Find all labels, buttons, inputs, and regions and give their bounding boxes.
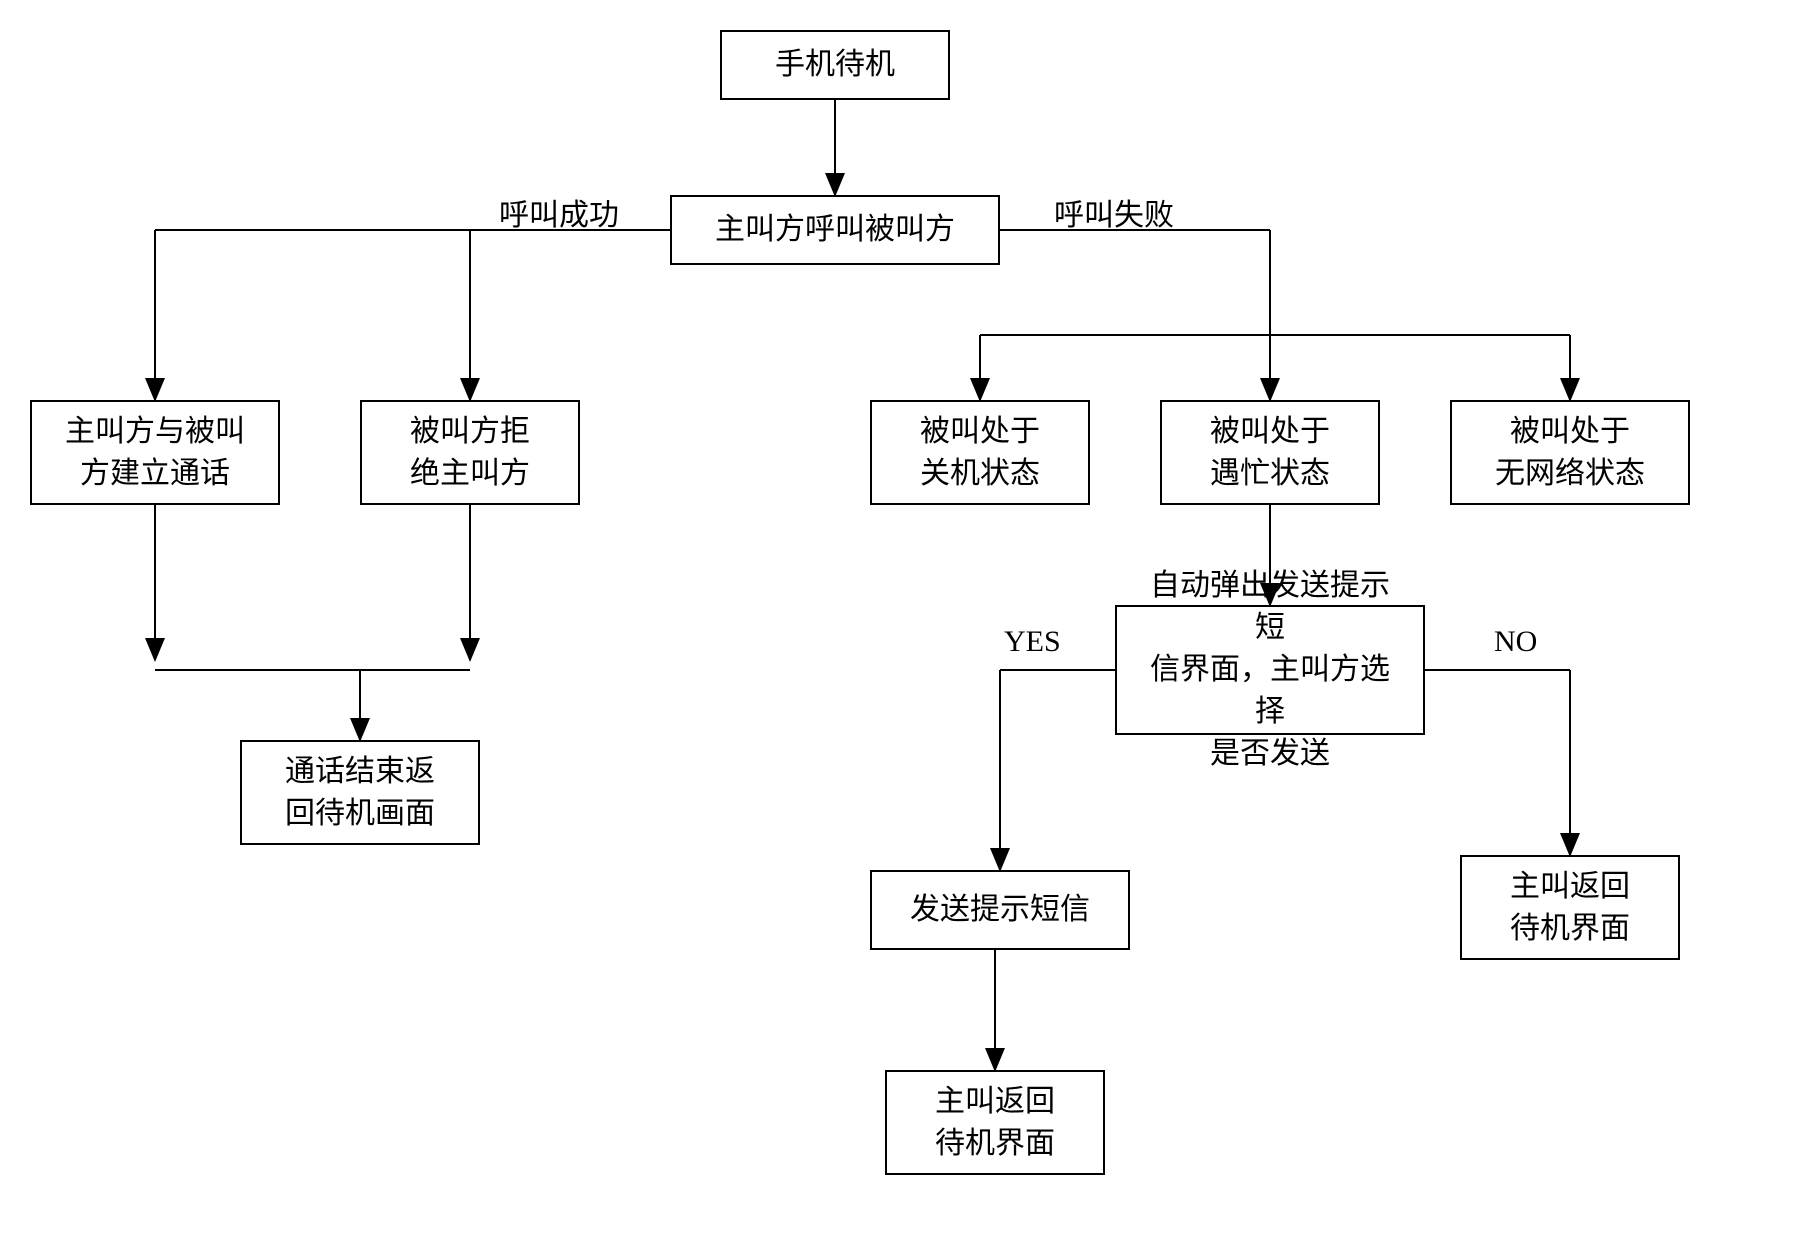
label-yes: YES: [1000, 625, 1065, 659]
node-return1: 主叫返回 待机界面: [1460, 855, 1680, 960]
node-standby: 手机待机: [720, 30, 950, 100]
node-return2-text: 主叫返回 待机界面: [935, 1081, 1055, 1165]
node-popup-text: 自动弹出发送提示短 信界面，主叫方选择 是否发送: [1137, 565, 1403, 775]
node-send-sms-text: 发送提示短信: [910, 889, 1090, 931]
label-call-success: 呼叫成功: [495, 190, 623, 234]
node-return1-text: 主叫返回 待机界面: [1510, 866, 1630, 950]
flowchart-arrows: [0, 0, 1814, 1257]
node-busy-text: 被叫处于 遇忙状态: [1210, 411, 1330, 495]
node-reject: 被叫方拒 绝主叫方: [360, 400, 580, 505]
label-call-fail-text: 呼叫失败: [1054, 199, 1174, 232]
node-return2: 主叫返回 待机界面: [885, 1070, 1105, 1175]
node-caller-calls-text: 主叫方呼叫被叫方: [715, 209, 955, 251]
node-end-return-text: 通话结束返 回待机画面: [285, 751, 435, 835]
node-establish: 主叫方与被叫 方建立通话: [30, 400, 280, 505]
node-popup: 自动弹出发送提示短 信界面，主叫方选择 是否发送: [1115, 605, 1425, 735]
node-busy: 被叫处于 遇忙状态: [1160, 400, 1380, 505]
node-poweroff: 被叫处于 关机状态: [870, 400, 1090, 505]
node-end-return: 通话结束返 回待机画面: [240, 740, 480, 845]
node-poweroff-text: 被叫处于 关机状态: [920, 411, 1040, 495]
node-nonet: 被叫处于 无网络状态: [1450, 400, 1690, 505]
label-call-success-text: 呼叫成功: [499, 199, 619, 232]
node-nonet-text: 被叫处于 无网络状态: [1495, 411, 1645, 495]
label-no: NO: [1490, 625, 1541, 659]
node-caller-calls: 主叫方呼叫被叫方: [670, 195, 1000, 265]
node-standby-text: 手机待机: [775, 44, 895, 86]
label-call-fail: 呼叫失败: [1050, 190, 1178, 234]
node-establish-text: 主叫方与被叫 方建立通话: [65, 411, 245, 495]
label-yes-text: YES: [1004, 625, 1061, 658]
node-send-sms: 发送提示短信: [870, 870, 1130, 950]
node-reject-text: 被叫方拒 绝主叫方: [410, 411, 530, 495]
label-no-text: NO: [1494, 625, 1537, 658]
